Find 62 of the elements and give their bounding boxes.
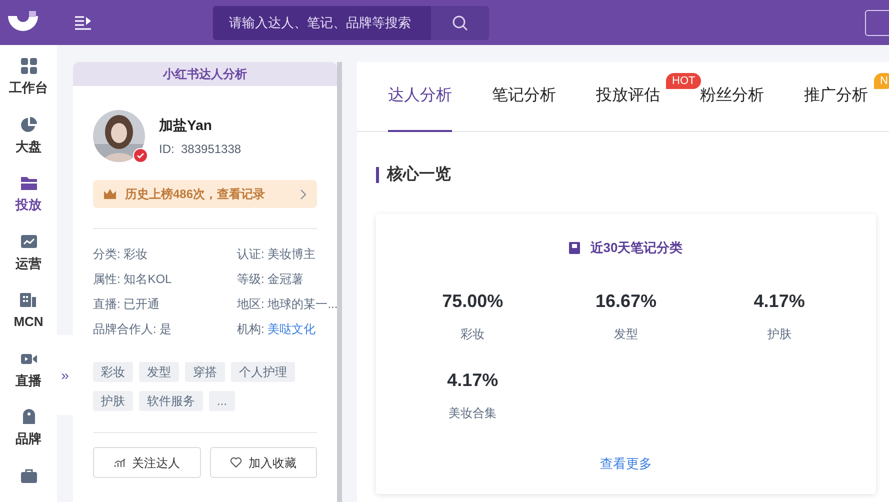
panel-title: 小红书达人分析: [73, 62, 337, 86]
crown-icon: [103, 188, 117, 200]
info-field: 品牌合作人: 是: [93, 320, 237, 338]
stat-value: 4.17%: [754, 290, 805, 312]
stat-label: 发型: [614, 326, 638, 342]
menu-icon[interactable]: [74, 14, 92, 30]
action-button[interactable]: 关注达人: [93, 447, 200, 478]
tab[interactable]: 笔记分析: [492, 62, 556, 132]
nav-item[interactable]: 品牌: [16, 408, 42, 448]
stat-value: 16.67%: [595, 290, 657, 312]
card-title: 近30天笔记分类: [590, 239, 683, 257]
search-field[interactable]: 请输入达人、笔记、品牌等搜索: [213, 6, 431, 40]
action-button[interactable]: 加入收藏: [210, 447, 317, 478]
category-tag: 彩妆: [93, 362, 133, 382]
tab-badge: HOT: [666, 73, 702, 89]
info-field: 属性: 知名KOL: [93, 270, 237, 288]
nav-item[interactable]: 直播: [16, 350, 42, 390]
nav-item[interactable]: 工作台: [9, 57, 48, 98]
creator-id: ID: 383951338: [159, 140, 242, 158]
creator-name: 加盐Yan: [159, 116, 213, 134]
pie-chart-icon: [20, 116, 38, 134]
nav-item[interactable]: 运营: [16, 232, 42, 273]
info-field: 认证: 美妆博主: [237, 245, 337, 263]
nav-item[interactable]: 投放: [16, 174, 42, 214]
view-more-link[interactable]: 查看更多: [600, 454, 652, 473]
info-field: 分类: 彩妆: [93, 245, 237, 263]
folder-icon: [20, 174, 38, 192]
category-tag: 个人护理: [231, 362, 295, 382]
search-icon[interactable]: [452, 14, 468, 30]
category-tag: 发型: [139, 362, 179, 382]
tab-badge: N: [874, 73, 889, 89]
category-tag: 软件服务: [139, 391, 203, 411]
header-icon-button[interactable]: [865, 10, 889, 36]
line-chart-icon: [20, 232, 38, 250]
bar-chart-icon: [114, 458, 126, 468]
briefcase-icon[interactable]: [20, 466, 38, 484]
info-field: 等级: 金冠薯: [237, 270, 337, 288]
info-field: 地区: 地球的某一...: [237, 295, 337, 313]
heart-icon: [230, 457, 242, 468]
stat-label: 美妆合集: [448, 404, 497, 422]
expand-toggle[interactable]: »: [57, 335, 73, 415]
nav-item[interactable]: 大盘: [16, 116, 42, 156]
stat-label: 彩妆: [460, 326, 485, 342]
category-tag: 护肤: [93, 391, 133, 411]
category-tag: ...: [209, 391, 236, 411]
info-field: 直播: 已开通: [93, 295, 237, 313]
tab[interactable]: 投放评估: [596, 62, 660, 132]
stat-label: 护肤: [767, 326, 792, 342]
tab[interactable]: 达人分析: [388, 62, 452, 132]
grid-icon: [20, 57, 38, 75]
nav-item[interactable]: MCN: [14, 291, 44, 332]
stat-value: 75.00%: [442, 290, 504, 312]
info-field: 机构: 美哒文化: [237, 320, 337, 338]
notebook-icon: [569, 242, 580, 254]
tab[interactable]: 粉丝分析: [700, 62, 764, 132]
building-icon: [19, 291, 38, 309]
chevron-right-icon: [300, 188, 307, 200]
category-tag: 穿搭: [185, 362, 225, 382]
stat-value: 4.17%: [447, 368, 498, 392]
search-button[interactable]: [431, 6, 489, 40]
section-title: 核心一览: [387, 164, 451, 185]
tab[interactable]: 推广分析: [804, 62, 868, 132]
